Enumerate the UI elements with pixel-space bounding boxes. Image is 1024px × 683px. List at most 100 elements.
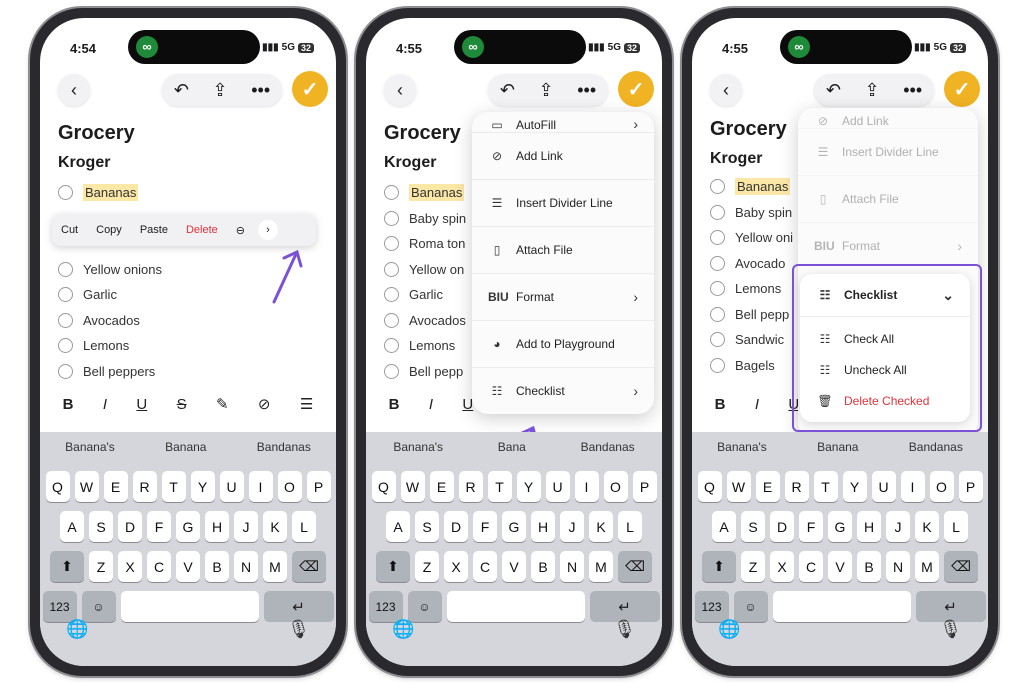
backspace-key[interactable]: ⌫: [944, 551, 978, 582]
key[interactable]: A: [60, 511, 84, 542]
checkbox[interactable]: [384, 287, 399, 303]
share-icon[interactable]: ⇪: [539, 80, 554, 101]
key[interactable]: F: [473, 511, 497, 542]
key[interactable]: G: [176, 511, 200, 542]
checkbox[interactable]: [384, 312, 399, 328]
numbers-key[interactable]: 123: [694, 591, 729, 622]
space-key[interactable]: [120, 591, 259, 622]
key[interactable]: Z: [415, 551, 439, 582]
section-heading[interactable]: Kroger: [710, 150, 762, 168]
key[interactable]: A: [386, 511, 410, 542]
bold-icon[interactable]: B: [389, 396, 400, 413]
key[interactable]: N: [560, 551, 584, 582]
key[interactable]: U: [871, 471, 896, 502]
key[interactable]: T: [487, 471, 512, 502]
checkbox[interactable]: [384, 185, 399, 201]
share-icon[interactable]: ⇪: [213, 80, 228, 101]
done-button[interactable]: ✓: [292, 71, 328, 107]
checkbox[interactable]: [710, 255, 725, 271]
key[interactable]: S: [89, 511, 113, 542]
key[interactable]: F: [799, 511, 823, 542]
underline-icon[interactable]: U: [136, 396, 147, 413]
shift-key[interactable]: ⬆: [702, 551, 736, 582]
key[interactable]: N: [234, 551, 258, 582]
menu-item-add-link[interactable]: ⊘ Add Link: [472, 133, 654, 180]
menu-item-format[interactable]: BIU Format ›: [798, 223, 978, 269]
checkbox[interactable]: [384, 236, 399, 252]
back-button[interactable]: ‹: [710, 74, 742, 106]
microphone-icon[interactable]: 🎙: [939, 619, 962, 640]
checkbox[interactable]: [58, 261, 73, 277]
menu-item-checklist[interactable]: ☷ Checklist ›: [472, 368, 654, 414]
key[interactable]: F: [147, 511, 171, 542]
checkbox[interactable]: [384, 338, 399, 354]
note-title[interactable]: Grocery: [710, 118, 787, 141]
key[interactable]: L: [618, 511, 642, 542]
key[interactable]: R: [458, 471, 483, 502]
back-button[interactable]: ‹: [58, 74, 90, 106]
undo-icon[interactable]: ↶: [500, 80, 515, 101]
suggestion[interactable]: Bandanas: [909, 440, 963, 454]
return-key[interactable]: ↵: [589, 591, 660, 622]
checkbox[interactable]: [710, 204, 725, 220]
key[interactable]: B: [205, 551, 229, 582]
section-heading[interactable]: Kroger: [58, 154, 110, 172]
key[interactable]: R: [132, 471, 157, 502]
menu-item-attach-file[interactable]: ▯ Attach File: [798, 176, 978, 223]
key[interactable]: P: [306, 471, 331, 502]
checkbox[interactable]: [58, 312, 73, 328]
key[interactable]: D: [770, 511, 794, 542]
key[interactable]: M: [589, 551, 613, 582]
key[interactable]: A: [712, 511, 736, 542]
suggestion[interactable]: Bana: [498, 440, 526, 454]
key[interactable]: C: [799, 551, 823, 582]
key[interactable]: Y: [516, 471, 541, 502]
space-key[interactable]: [446, 591, 585, 622]
checkbox[interactable]: [58, 338, 73, 354]
key[interactable]: S: [741, 511, 765, 542]
key[interactable]: Q: [697, 471, 722, 502]
list-icon[interactable]: ☰: [300, 395, 313, 413]
key[interactable]: P: [632, 471, 657, 502]
key[interactable]: I: [248, 471, 273, 502]
key[interactable]: B: [857, 551, 881, 582]
list-item[interactable]: Bell peppers: [58, 359, 336, 385]
section-heading[interactable]: Kroger: [384, 154, 436, 172]
key[interactable]: U: [219, 471, 244, 502]
checkbox[interactable]: [384, 261, 399, 277]
share-icon[interactable]: ⇪: [865, 80, 880, 101]
bold-icon[interactable]: B: [63, 396, 74, 413]
italic-icon[interactable]: I: [103, 396, 107, 413]
selected-text[interactable]: Bananas: [735, 178, 791, 196]
more-options-button[interactable]: ›: [257, 220, 278, 240]
key[interactable]: Y: [842, 471, 867, 502]
shift-key[interactable]: ⬆: [50, 551, 84, 582]
more-icon[interactable]: •••: [903, 80, 922, 101]
backspace-key[interactable]: ⌫: [618, 551, 652, 582]
emoji-key[interactable]: ☺: [733, 591, 768, 622]
key[interactable]: B: [531, 551, 555, 582]
key[interactable]: P: [958, 471, 983, 502]
key[interactable]: G: [828, 511, 852, 542]
checkbox[interactable]: [710, 281, 725, 297]
checkbox[interactable]: [710, 230, 725, 246]
key[interactable]: X: [770, 551, 794, 582]
checkbox[interactable]: [384, 210, 399, 226]
italic-icon[interactable]: I: [429, 396, 433, 413]
key[interactable]: Q: [45, 471, 70, 502]
suggestion[interactable]: Banana's: [717, 440, 767, 454]
paste-button[interactable]: Paste: [131, 224, 177, 236]
back-button[interactable]: ‹: [384, 74, 416, 106]
key[interactable]: M: [263, 551, 287, 582]
menu-item-autofill[interactable]: ▭ AutoFill ›: [472, 112, 654, 133]
key[interactable]: E: [103, 471, 128, 502]
key[interactable]: X: [118, 551, 142, 582]
backspace-key[interactable]: ⌫: [292, 551, 326, 582]
menu-item-divider-line[interactable]: ☰ Insert Divider Line: [472, 180, 654, 227]
undo-icon[interactable]: ↶: [826, 80, 841, 101]
menu-item-divider-line[interactable]: ☰ Insert Divider Line: [798, 129, 978, 176]
key[interactable]: U: [545, 471, 570, 502]
key[interactable]: C: [473, 551, 497, 582]
key[interactable]: D: [444, 511, 468, 542]
numbers-key[interactable]: 123: [42, 591, 77, 622]
